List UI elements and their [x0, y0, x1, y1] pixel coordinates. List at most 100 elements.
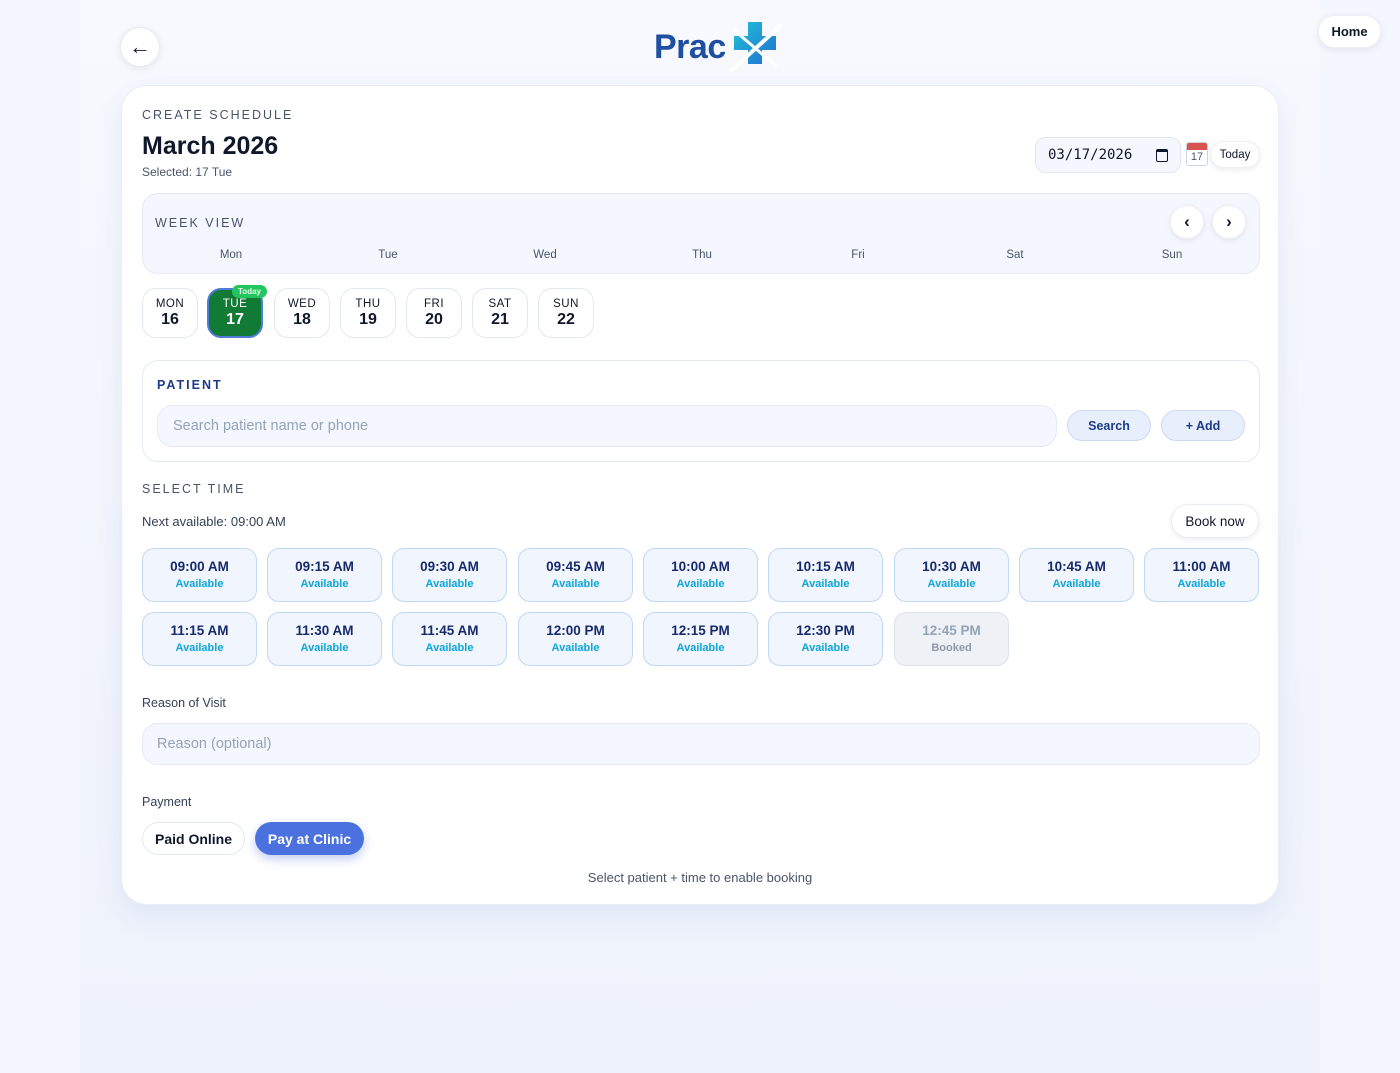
app-logo: Prac [654, 20, 786, 74]
slot-time: 09:00 AM [170, 559, 229, 574]
time-slot[interactable]: 12:00 PM Available [518, 612, 633, 666]
slot-time: 11:15 AM [170, 623, 229, 638]
weekday-label: Tue [378, 249, 398, 261]
slot-time: 12:30 PM [796, 623, 855, 638]
slot-status: Available [551, 642, 600, 654]
time-slot[interactable]: 10:30 AM Available [894, 548, 1009, 602]
slot-status: Available [175, 642, 224, 654]
patient-title: PATIENT [157, 378, 223, 392]
slot-status: Available [801, 578, 850, 590]
time-slot[interactable]: 09:00 AM Available [142, 548, 257, 602]
time-slot[interactable]: 09:30 AM Available [392, 548, 507, 602]
slot-status: Available [1052, 578, 1101, 590]
slot-time: 10:30 AM [922, 559, 981, 574]
today-badge: Today [232, 285, 267, 298]
time-slot[interactable]: 11:15 AM Available [142, 612, 257, 666]
day-chip-number: 22 [557, 311, 575, 328]
reason-label: Reason of Visit [142, 696, 226, 710]
time-slot[interactable]: 11:30 AM Available [267, 612, 382, 666]
prev-week-button[interactable]: ‹ [1170, 205, 1204, 239]
day-chip-number: 21 [491, 311, 509, 328]
day-chip-number: 20 [425, 311, 443, 328]
slot-status: Available [175, 578, 224, 590]
add-patient-button[interactable]: + Add [1161, 410, 1245, 441]
day-chip-name: TUE [222, 298, 248, 310]
logo-text: Prac [654, 27, 726, 66]
select-time-heading: SELECT TIME [142, 482, 246, 496]
slot-status: Available [300, 642, 349, 654]
slot-status: Available [1177, 578, 1226, 590]
week-view-title: WEEK VIEW [155, 216, 246, 230]
patient-section: PATIENT Search + Add [142, 360, 1260, 462]
weekday-label: Sat [1006, 249, 1024, 261]
schedule-card: CREATE SCHEDULE March 2026 Selected: 17 … [121, 85, 1279, 905]
patient-search-button[interactable]: Search [1067, 410, 1151, 441]
day-chip-thu[interactable]: THU 19 [340, 288, 396, 338]
slot-time: 10:15 AM [796, 559, 855, 574]
next-week-button[interactable]: › [1212, 205, 1246, 239]
weekday-label: Wed [533, 249, 557, 261]
slot-time: 10:45 AM [1047, 559, 1106, 574]
home-button[interactable]: Home [1318, 15, 1381, 48]
day-chip-name: FRI [423, 298, 445, 310]
day-chip-name: WED [287, 298, 317, 310]
back-button[interactable]: ← [120, 27, 160, 67]
month-title: March 2026 [142, 132, 279, 160]
slot-time: 11:30 AM [295, 623, 354, 638]
slot-time: 12:00 PM [546, 623, 605, 638]
slot-status: Available [425, 642, 474, 654]
pay-at-clinic-button[interactable]: Pay at Clinic [255, 822, 364, 855]
chevron-left-icon: ‹ [1184, 212, 1190, 231]
day-chip-name: SUN [553, 298, 579, 310]
day-chip-name: MON [155, 298, 185, 310]
day-chip-name: SAT [488, 298, 512, 310]
next-available-text: Next available: 09:00 AM [142, 514, 286, 529]
day-chip-number: 19 [359, 311, 377, 328]
time-slot[interactable]: 09:15 AM Available [267, 548, 382, 602]
date-value: 03/17/2026 [1048, 147, 1133, 163]
slot-time: 10:00 AM [671, 559, 730, 574]
day-chip-sun[interactable]: SUN 22 [538, 288, 594, 338]
slot-time: 09:45 AM [546, 559, 605, 574]
payment-label: Payment [142, 795, 192, 809]
slot-status: Available [676, 642, 725, 654]
day-chip-wed[interactable]: WED 18 [274, 288, 330, 338]
slot-time: 11:00 AM [1172, 559, 1231, 574]
day-chip-mon[interactable]: MON 16 [142, 288, 198, 338]
day-chip-sat[interactable]: SAT 21 [472, 288, 528, 338]
reason-input[interactable] [142, 723, 1260, 765]
selected-date-text: Selected: 17 Tue [142, 165, 233, 179]
chevron-right-icon: › [1226, 212, 1232, 231]
day-chip-tue[interactable]: Today TUE 17 [207, 285, 267, 338]
today-button[interactable]: Today [1210, 141, 1260, 168]
slot-status: Available [801, 642, 850, 654]
calendar-picker-icon[interactable] [1156, 149, 1168, 162]
time-slot[interactable]: 09:45 AM Available [518, 548, 633, 602]
create-schedule-heading: CREATE SCHEDULE [142, 108, 294, 122]
time-slot-booked: 12:45 PM Booked [894, 612, 1009, 666]
slot-status: Available [676, 578, 725, 590]
time-slot[interactable]: 12:15 PM Available [643, 612, 758, 666]
time-slot[interactable]: 10:45 AM Available [1019, 548, 1134, 602]
paid-online-button[interactable]: Paid Online [142, 822, 245, 855]
weekday-label: Sun [1161, 249, 1183, 261]
slot-time: 09:30 AM [420, 559, 479, 574]
day-chip-fri[interactable]: FRI 20 [406, 288, 462, 338]
arrow-left-icon: ← [129, 34, 151, 59]
time-slot[interactable]: 11:00 AM Available [1144, 548, 1259, 602]
slot-status: Available [300, 578, 349, 590]
time-slot[interactable]: 12:30 PM Available [768, 612, 883, 666]
time-slot[interactable]: 10:00 AM Available [643, 548, 758, 602]
time-slot[interactable]: 10:15 AM Available [768, 548, 883, 602]
slot-status: Available [425, 578, 474, 590]
weekday-label: Mon [219, 249, 243, 261]
day-chip-name: THU [355, 298, 381, 310]
weekday-label: Fri [851, 249, 865, 261]
date-picker-input[interactable]: 03/17/2026 [1035, 137, 1181, 173]
patient-search-input[interactable] [157, 405, 1057, 447]
book-now-button[interactable]: Book now [1171, 504, 1259, 538]
time-slot[interactable]: 11:45 AM Available [392, 612, 507, 666]
booking-hint-text: Select patient + time to enable booking [587, 870, 813, 885]
slot-time: 11:45 AM [420, 623, 479, 638]
calendar-icon-day: 17 [1190, 151, 1204, 163]
